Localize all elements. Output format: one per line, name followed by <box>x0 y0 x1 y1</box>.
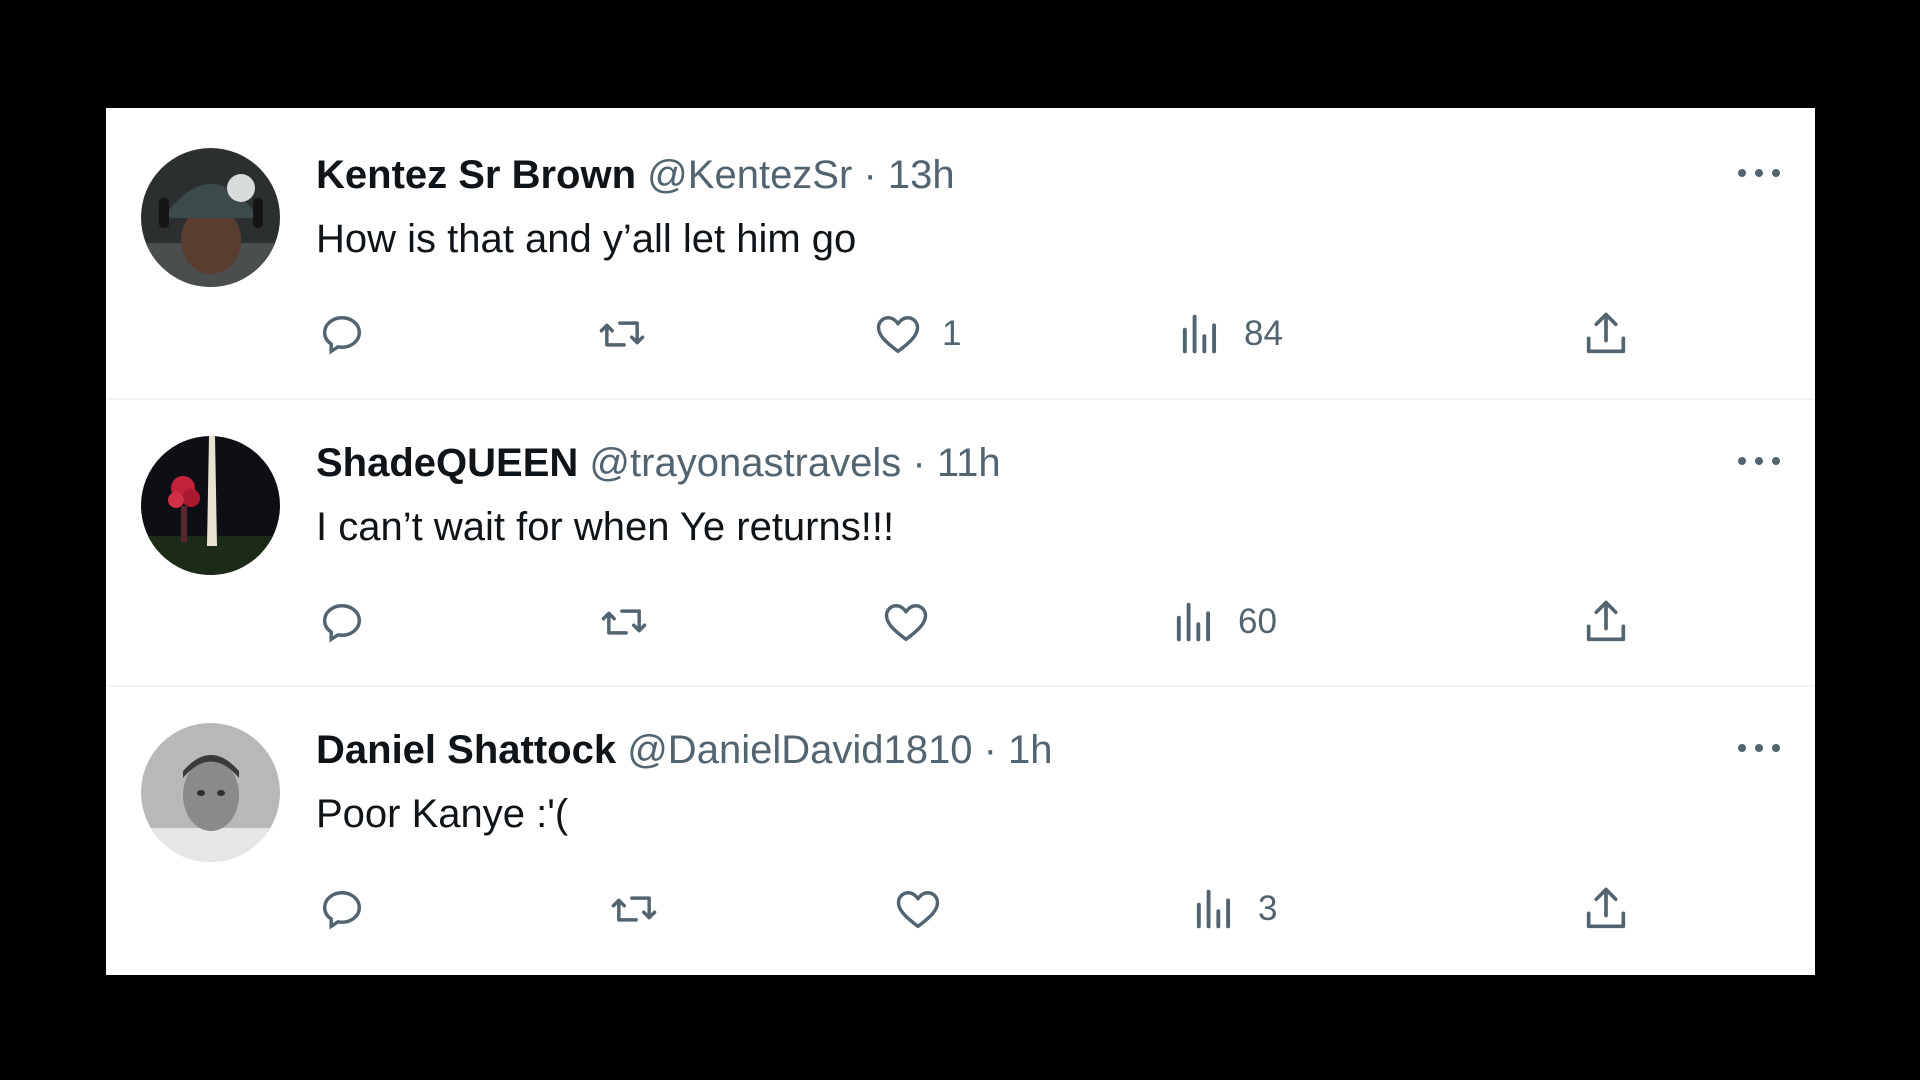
retweet-icon <box>596 308 648 360</box>
more-dots-icon <box>1738 169 1780 177</box>
tweet-header: ShadeQUEEN @trayonastravels · 11h <box>316 438 1001 488</box>
view-count: 60 <box>1238 602 1277 641</box>
user-avatar-grayscale <box>141 723 280 862</box>
tweet-2[interactable]: ShadeQUEEN @trayonastravels · 11h I can’… <box>106 396 1815 683</box>
more-dots-icon <box>1738 457 1780 465</box>
timestamp[interactable]: 13h <box>888 153 955 197</box>
view-count: 84 <box>1244 314 1283 353</box>
retweet-button[interactable] <box>596 304 666 364</box>
reply-icon <box>316 596 368 648</box>
like-count: 1 <box>942 314 962 353</box>
reply-icon <box>316 883 368 935</box>
retweet-button[interactable] <box>608 879 678 939</box>
more-dots-icon <box>1738 744 1780 752</box>
retweet-button[interactable] <box>598 592 668 652</box>
share-icon <box>1580 596 1632 648</box>
share-button[interactable] <box>1580 592 1632 652</box>
tweet-3[interactable]: Daniel Shattock @DanielDavid1810 · 1h Po… <box>106 683 1815 970</box>
heart-icon <box>872 308 924 360</box>
user-avatar-beanie <box>141 148 280 287</box>
separator-dot: · <box>912 441 926 485</box>
tweet-actions: 1 84 <box>316 304 1676 364</box>
retweet-icon <box>598 596 650 648</box>
more-options-button[interactable] <box>1735 733 1783 763</box>
author-name[interactable]: Kentez Sr Brown <box>316 153 636 197</box>
view-count: 3 <box>1258 889 1278 928</box>
views-button[interactable]: 3 <box>1188 879 1277 939</box>
timestamp[interactable]: 11h <box>937 441 1001 485</box>
avatar[interactable] <box>141 436 280 575</box>
reply-icon <box>316 308 368 360</box>
share-icon <box>1580 308 1632 360</box>
tweet-header: Kentez Sr Brown @KentezSr · 13h <box>316 150 955 200</box>
reply-button[interactable] <box>316 304 386 364</box>
author-handle[interactable]: @DanielDavid1810 <box>627 728 972 772</box>
views-chart-icon <box>1188 883 1240 935</box>
replies-panel: Kentez Sr Brown @KentezSr · 13h How is t… <box>106 108 1815 975</box>
tweet-text: How is that and y’all let him go <box>316 217 857 261</box>
reply-button[interactable] <box>316 592 386 652</box>
avatar[interactable] <box>141 723 280 862</box>
timestamp[interactable]: 1h <box>1008 728 1053 772</box>
tweet-actions: 60 <box>316 592 1676 652</box>
views-button[interactable]: 84 <box>1174 304 1283 364</box>
author-handle[interactable]: @trayonastravels <box>589 441 901 485</box>
tweet-text: Poor Kanye :'( <box>316 792 569 836</box>
separator-dot: · <box>863 153 877 197</box>
like-button[interactable] <box>880 592 950 652</box>
tweet-actions: 3 <box>316 879 1676 939</box>
author-name[interactable]: ShadeQUEEN <box>316 441 578 485</box>
views-button[interactable]: 60 <box>1168 592 1277 652</box>
more-options-button[interactable] <box>1735 158 1783 188</box>
views-chart-icon <box>1174 308 1226 360</box>
like-button[interactable] <box>892 879 962 939</box>
retweet-icon <box>608 883 660 935</box>
share-icon <box>1580 883 1632 935</box>
avatar[interactable] <box>141 148 280 287</box>
share-button[interactable] <box>1580 879 1632 939</box>
like-button[interactable]: 1 <box>872 304 961 364</box>
heart-icon <box>880 596 932 648</box>
heart-icon <box>892 883 944 935</box>
author-name[interactable]: Daniel Shattock <box>316 728 616 772</box>
share-button[interactable] <box>1580 304 1632 364</box>
tweet-1[interactable]: Kentez Sr Brown @KentezSr · 13h How is t… <box>106 108 1815 395</box>
tweet-text: I can’t wait for when Ye returns!!! <box>316 505 895 549</box>
separator-dot: · <box>983 728 997 772</box>
reply-button[interactable] <box>316 879 386 939</box>
tweet-header: Daniel Shattock @DanielDavid1810 · 1h <box>316 725 1053 775</box>
user-avatar-monument-night <box>141 436 280 575</box>
author-handle[interactable]: @KentezSr <box>647 153 852 197</box>
views-chart-icon <box>1168 596 1220 648</box>
more-options-button[interactable] <box>1735 446 1783 476</box>
